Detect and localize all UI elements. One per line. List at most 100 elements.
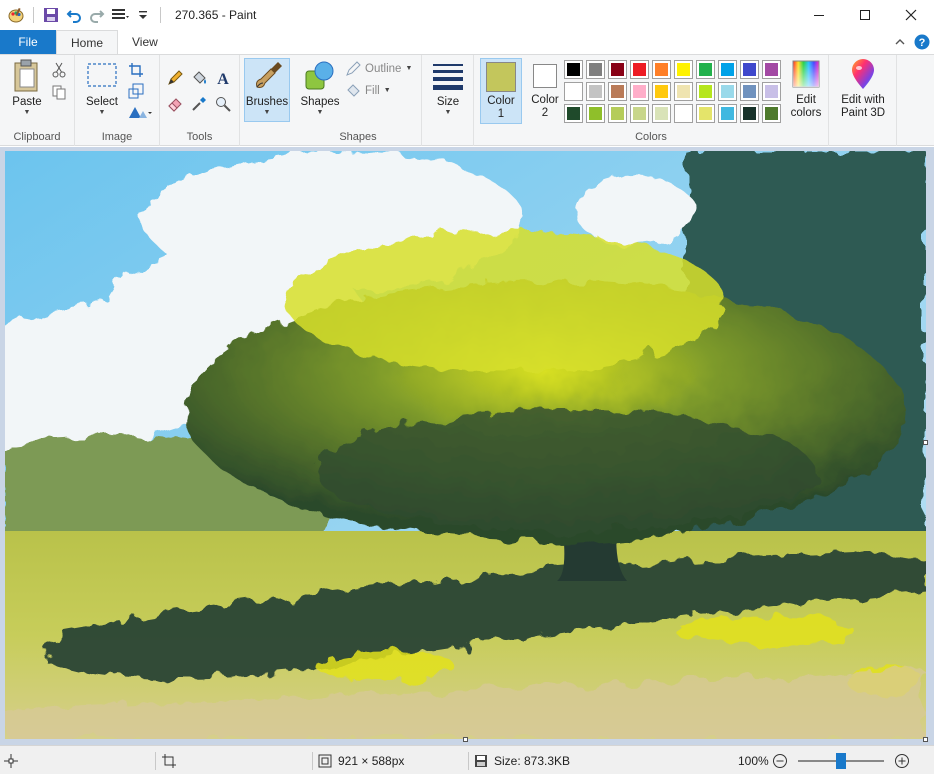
palette-swatch[interactable] [608, 82, 627, 101]
palette-swatch[interactable] [718, 60, 737, 79]
palette-swatch[interactable] [740, 82, 759, 101]
paste-label: Paste [12, 96, 42, 108]
zoom-out-icon [773, 753, 787, 768]
group-tools: A Tools [160, 55, 240, 146]
palette-swatch[interactable] [718, 82, 737, 101]
redo-icon[interactable] [87, 5, 107, 25]
save-icon[interactable] [41, 5, 61, 25]
palette-swatch[interactable] [630, 60, 649, 79]
fill-icon [347, 84, 360, 97]
edit-colors-button[interactable]: Edit colors [786, 59, 826, 120]
help-icon[interactable]: ? [914, 34, 930, 50]
copy-icon[interactable] [50, 83, 68, 101]
eraser-icon[interactable] [166, 95, 184, 113]
group-label-image: Image [101, 131, 133, 143]
chevron-down-icon: ▼ [405, 65, 413, 72]
rotate-icon[interactable] [127, 103, 153, 121]
undo-icon[interactable] [64, 5, 84, 25]
zoom-in-button[interactable] [894, 746, 910, 774]
selection-icon [162, 753, 176, 768]
shapes-button[interactable]: Shapes ▼ [299, 59, 341, 117]
brushes-button[interactable]: Brushes ▼ [244, 58, 290, 122]
selection-size [162, 746, 176, 774]
edit-with-paint3d-button[interactable]: Edit with Paint 3D [833, 59, 893, 120]
group-image: Select ▼ Image [75, 55, 160, 146]
group-clipboard: Paste ▼ Clipboard [0, 55, 75, 146]
palette-swatch[interactable] [652, 104, 671, 123]
crop-icon[interactable] [127, 61, 145, 79]
chevron-down-icon: ▼ [263, 109, 271, 116]
dimensions-text: 921 × 588px [338, 753, 405, 768]
palette-swatch[interactable] [674, 60, 693, 79]
text-icon[interactable]: A [214, 69, 232, 87]
palette-swatch[interactable] [718, 104, 737, 123]
customize-toolbar-icon[interactable] [133, 5, 153, 25]
palette-swatch[interactable] [674, 104, 693, 123]
select-button[interactable]: Select ▼ [83, 59, 121, 117]
palette-swatch[interactable] [696, 104, 715, 123]
palette-swatch[interactable] [652, 82, 671, 101]
status-divider [155, 752, 156, 770]
tab-file[interactable]: File [0, 30, 56, 54]
toolbar-separator [33, 7, 34, 23]
zoom-out-button[interactable] [772, 746, 788, 774]
paint3d-label-line2: Paint 3D [840, 107, 886, 119]
palette-swatch[interactable] [740, 60, 759, 79]
color1-button[interactable]: Color 1 [480, 58, 522, 124]
edit-colors-label-line1: Edit [796, 94, 816, 106]
color-palette [564, 60, 786, 126]
palette-swatch[interactable] [630, 104, 649, 123]
resize-icon[interactable] [127, 82, 145, 100]
outline-button[interactable]: Outline ▼ [345, 61, 412, 77]
palette-swatch[interactable] [564, 104, 583, 123]
shapes-icon [305, 61, 334, 90]
tab-view[interactable]: View [118, 30, 172, 54]
properties-icon[interactable] [110, 5, 130, 25]
palette-swatch[interactable] [696, 60, 715, 79]
line-size-icon [433, 64, 463, 90]
palette-swatch[interactable] [608, 104, 627, 123]
size-button[interactable]: Size ▼ [426, 59, 470, 117]
fill-bucket-icon[interactable] [190, 69, 208, 87]
palette-swatch[interactable] [762, 104, 781, 123]
paste-icon [14, 59, 38, 92]
palette-swatch[interactable] [586, 82, 605, 101]
resize-handle-right[interactable] [923, 440, 928, 445]
palette-swatch[interactable] [630, 82, 649, 101]
palette-swatch[interactable] [564, 60, 583, 79]
paint-app-icon[interactable] [6, 5, 26, 25]
palette-swatch[interactable] [608, 60, 627, 79]
collapse-ribbon-icon[interactable] [892, 34, 908, 50]
palette-swatch[interactable] [674, 82, 693, 101]
tab-home[interactable]: Home [56, 30, 119, 55]
ribbon-tabs: File Home View ? [0, 30, 934, 55]
palette-swatch[interactable] [564, 82, 583, 101]
close-button[interactable] [888, 0, 934, 30]
color2-button[interactable]: Color 2 [526, 61, 564, 120]
palette-swatch[interactable] [586, 104, 605, 123]
palette-swatch[interactable] [762, 82, 781, 101]
maximize-button[interactable] [842, 0, 888, 30]
color1-label-line2: 1 [497, 108, 505, 120]
resize-handle-corner[interactable] [923, 737, 928, 742]
crosshair-icon [4, 753, 18, 768]
brush-icon [256, 62, 282, 88]
minimize-button[interactable] [796, 0, 842, 30]
color-picker-icon[interactable] [190, 95, 208, 113]
palette-swatch[interactable] [696, 82, 715, 101]
resize-handle-bottom[interactable] [463, 737, 468, 742]
pencil-icon[interactable] [166, 69, 184, 87]
drawing-canvas[interactable] [5, 151, 926, 739]
palette-swatch[interactable] [740, 104, 759, 123]
select-icon [87, 63, 117, 87]
palette-swatch[interactable] [586, 60, 605, 79]
fill-button[interactable]: Fill ▼ [345, 83, 391, 99]
paste-button[interactable]: Paste ▼ [8, 59, 46, 117]
cut-icon[interactable] [50, 61, 68, 79]
zoom-slider-thumb[interactable] [836, 753, 846, 769]
palette-swatch[interactable] [762, 60, 781, 79]
magnifier-icon[interactable] [214, 95, 232, 113]
palette-swatch[interactable] [652, 60, 671, 79]
workspace [0, 147, 934, 745]
color1-swatch [486, 62, 516, 92]
